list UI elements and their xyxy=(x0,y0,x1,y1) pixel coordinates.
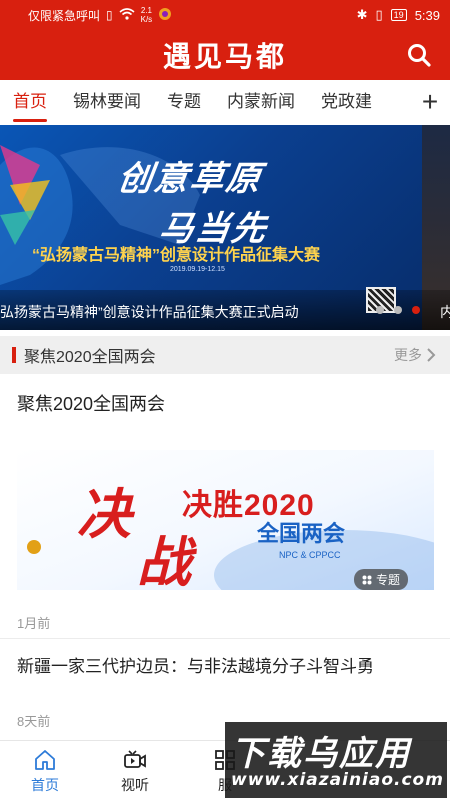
watermark-overlay: 下载乌应用 www.xiazainiao.com xyxy=(225,722,447,798)
status-left: 仅限紧急呼叫 ▯ 2.1 K/s xyxy=(28,6,172,24)
tab-inner-mongolia-news[interactable]: 内蒙新闻 xyxy=(214,80,308,124)
national-emblem-icon xyxy=(27,540,41,554)
watermark-url: www.xiazainiao.com xyxy=(231,770,444,790)
feature-image-char-1: 决 xyxy=(77,482,131,546)
search-button[interactable] xyxy=(406,42,432,68)
news-time: 8天前 xyxy=(17,714,51,729)
tab-home[interactable]: 首页 xyxy=(0,80,60,124)
feature-title[interactable]: 聚焦2020全国两会 xyxy=(17,390,165,416)
more-button[interactable]: 更多 xyxy=(394,345,436,365)
feature-image-char-2: 战 xyxy=(137,530,191,590)
nav-video-label: 视听 xyxy=(121,776,149,793)
topic-badge-label: 专题 xyxy=(376,573,401,587)
search-icon xyxy=(408,44,431,67)
carrier-text: 仅限紧急呼叫 xyxy=(28,8,101,23)
section-header: 聚焦2020全国两会 更多 xyxy=(0,336,450,374)
carousel-caption: 弘扬蒙古马精神”创意设计作品征集大赛正式启动 xyxy=(0,304,299,320)
section-accent-bar xyxy=(12,347,16,363)
next-slide-caption: 内 xyxy=(440,304,450,320)
network-speed: 2.1 K/s xyxy=(140,6,153,24)
carousel-dot[interactable] xyxy=(394,306,402,314)
nav-home[interactable]: 首页 xyxy=(0,741,90,800)
vibrate-icon: ▯ xyxy=(375,7,383,22)
nav-video[interactable]: 视听 xyxy=(90,741,180,800)
plus-icon: + xyxy=(421,86,439,117)
chevron-right-icon xyxy=(427,348,436,362)
banner-title-line1: 创意草原 xyxy=(115,159,265,199)
add-channel-button[interactable]: + xyxy=(410,80,450,124)
more-label: 更多 xyxy=(394,347,422,363)
topic-badge: 专题 xyxy=(354,569,409,590)
divider xyxy=(0,638,450,639)
carousel-indicators xyxy=(376,306,420,314)
banner-subtitle: “弘扬蒙古马精神”创意设计作品征集大赛 xyxy=(32,247,321,264)
watermark-title: 下载乌应用 xyxy=(231,734,411,774)
feature-image-npc: NPC & CPPCC xyxy=(279,550,341,560)
carousel-dot[interactable] xyxy=(376,306,384,314)
battery-icon: 19 xyxy=(390,9,407,21)
sim-icon: ▯ xyxy=(106,8,113,22)
tab-topics[interactable]: 专题 xyxy=(154,80,214,124)
tab-party-building[interactable]: 党政建 xyxy=(308,80,385,124)
wifi-icon xyxy=(119,7,135,23)
clock: 5:39 xyxy=(414,7,440,23)
feature-image-subhead: 全国两会 xyxy=(257,521,346,546)
feature-time: 1月前 xyxy=(17,616,51,631)
grid-dots-icon xyxy=(362,575,372,584)
carousel-dot-active[interactable] xyxy=(412,306,420,314)
home-icon xyxy=(35,749,55,770)
nav-home-label: 首页 xyxy=(31,776,59,793)
banner-date: 2019.09.19-12.15 xyxy=(170,266,225,273)
status-bar: 仅限紧急呼叫 ▯ 2.1 K/s ✱ ▯ 19 5:39 xyxy=(0,0,450,30)
section-title: 聚焦2020全国两会 xyxy=(24,349,156,366)
app-header: 遇见马都 xyxy=(0,30,450,80)
status-right: ✱ ▯ 19 5:39 xyxy=(357,7,440,23)
news-title[interactable]: 新疆一家三代护边员：与非法越境分子斗智斗勇 xyxy=(17,655,427,679)
app-title: 遇见马都 xyxy=(162,40,287,73)
bluetooth-icon: ✱ xyxy=(356,7,368,22)
channel-tabs: 首页 锡林要闻 专题 内蒙新闻 党政建 + xyxy=(0,80,450,124)
app-notification-icon xyxy=(158,7,172,24)
video-icon xyxy=(124,749,146,768)
tab-xilin-news[interactable]: 锡林要闻 xyxy=(60,80,154,124)
